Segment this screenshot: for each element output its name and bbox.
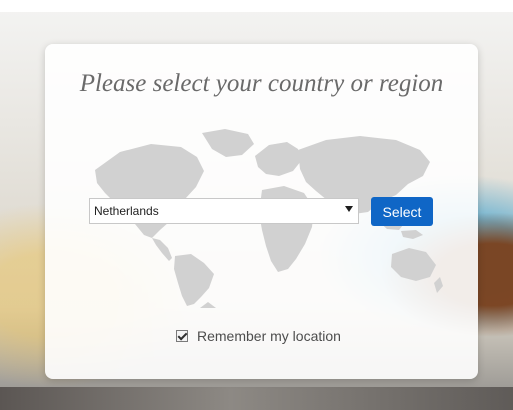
country-selection-dialog: Please select your country or region Net… [45,44,478,379]
remember-location-checkbox[interactable] [176,330,188,342]
country-select[interactable]: Netherlands [89,198,359,224]
country-select-value: Netherlands [94,204,159,218]
page-title: Please select your country or region [79,70,444,97]
bottom-strip [0,387,513,410]
top-strip [0,0,513,12]
remember-location-option[interactable]: Remember my location [176,328,341,344]
remember-location-label: Remember my location [197,328,341,344]
chevron-down-icon [345,206,353,212]
select-button[interactable]: Select [371,197,433,226]
